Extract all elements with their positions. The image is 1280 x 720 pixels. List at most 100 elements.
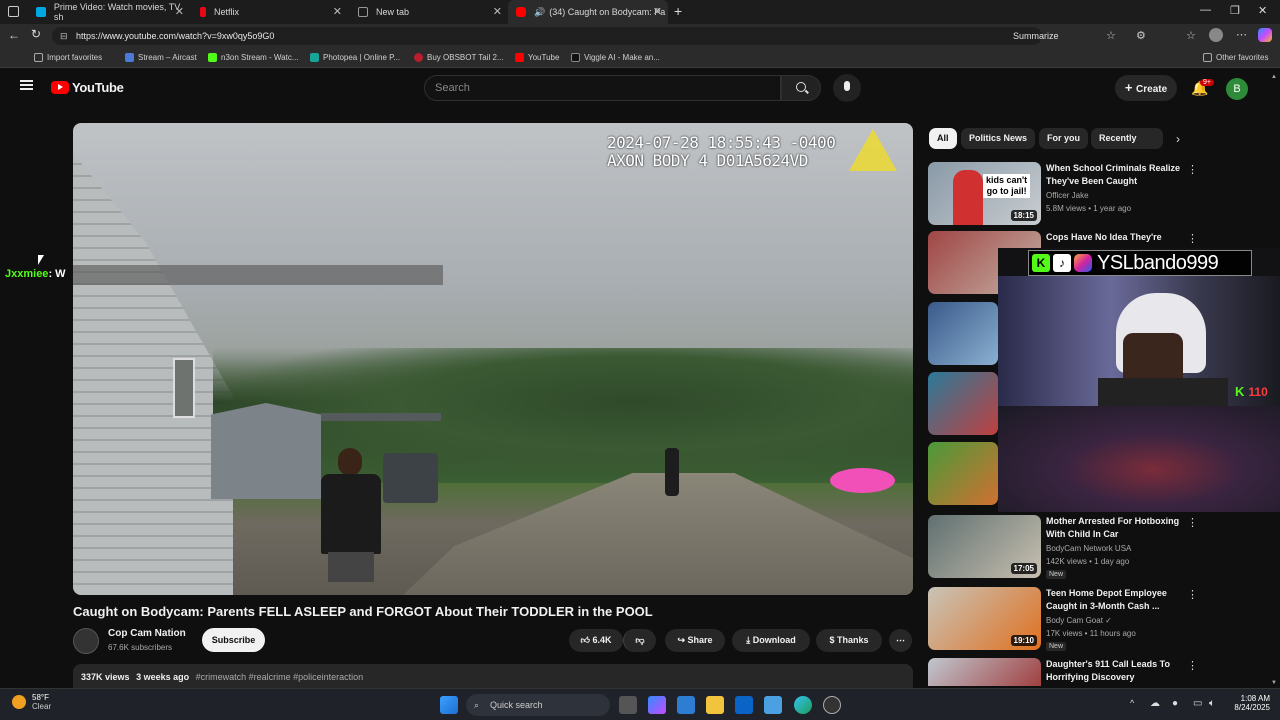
bookmark-viggle[interactable]: Viggle AI - Make an... bbox=[571, 53, 660, 62]
related-thumbnail[interactable] bbox=[928, 372, 998, 435]
dislike-button[interactable]: 👎︎ bbox=[623, 629, 656, 652]
taskbar-search[interactable]: ⌕ Quick search bbox=[466, 694, 610, 716]
back-icon[interactable]: ← bbox=[8, 28, 20, 42]
weather-widget[interactable]: 58°F Clear bbox=[12, 693, 51, 711]
download-button[interactable]: ⤓ Download bbox=[732, 629, 810, 652]
related-thumbnail[interactable] bbox=[928, 658, 1041, 686]
like-button[interactable]: 👍︎ 6.4K bbox=[569, 629, 623, 652]
related-options-icon[interactable]: ⋮ bbox=[1187, 163, 1198, 176]
onedrive-icon[interactable]: ☁ bbox=[1150, 698, 1160, 709]
hashtags[interactable]: #crimewatch #realcrime #policeinteractio… bbox=[196, 672, 364, 682]
create-button[interactable]: + Create bbox=[1115, 75, 1177, 101]
chip-recently-uploaded[interactable]: Recently uplo bbox=[1091, 128, 1163, 149]
channel-name[interactable]: Cop Cam Nation bbox=[108, 628, 186, 639]
tray-chevron-icon[interactable]: ^ bbox=[1130, 698, 1134, 708]
channel-avatar[interactable] bbox=[73, 628, 99, 654]
bookmark-aircast[interactable]: Stream – Aircast bbox=[125, 53, 197, 62]
network-icon[interactable]: ▭ bbox=[1193, 698, 1202, 709]
close-tab-icon[interactable]: ✕ bbox=[493, 5, 502, 18]
outlook-icon[interactable] bbox=[735, 696, 753, 714]
windows-start-icon[interactable] bbox=[440, 696, 458, 714]
thumbnail-caption-line: kids can't bbox=[986, 175, 1028, 185]
related-title[interactable]: Cops Have No Idea They're bbox=[1046, 231, 1181, 244]
tab-actions-icon[interactable] bbox=[8, 6, 19, 17]
bookmark-n3on[interactable]: n3on Stream - Watc... bbox=[208, 53, 299, 62]
related-channel[interactable]: Body Cam Goat ✓ bbox=[1046, 615, 1112, 627]
copilot-icon[interactable] bbox=[1258, 28, 1272, 42]
copilot-icon[interactable] bbox=[648, 696, 666, 714]
bookmark-import-favorites[interactable]: Import favorites bbox=[34, 53, 102, 62]
summarize-button[interactable]: Summarize bbox=[1013, 31, 1059, 41]
tab-netflix[interactable]: Netflix ✕ bbox=[192, 0, 348, 24]
extensions-icon[interactable]: ⚙ bbox=[1136, 29, 1146, 42]
more-actions-button[interactable]: ⋯ bbox=[889, 629, 912, 652]
related-options-icon[interactable]: ⋮ bbox=[1187, 588, 1198, 601]
bookmark-obsbot[interactable]: Buy OBSBOT Tail 2... bbox=[414, 53, 504, 62]
refresh-icon[interactable]: ↻ bbox=[31, 27, 41, 41]
related-title-line: Mother Arrested For Hotboxing bbox=[1046, 516, 1180, 526]
account-avatar[interactable]: B bbox=[1226, 78, 1248, 100]
profile-icon[interactable] bbox=[1209, 28, 1223, 42]
bookmark-label: Import favorites bbox=[47, 53, 103, 62]
address-bar-row: ← ↻ ⊟ https://www.youtube.com/watch?v=9x… bbox=[0, 24, 1280, 48]
close-tab-icon[interactable]: ✕ bbox=[175, 5, 184, 18]
edge-icon[interactable] bbox=[794, 696, 812, 714]
related-thumbnail[interactable]: 19:10 bbox=[928, 587, 1041, 650]
hamburger-menu-icon[interactable] bbox=[20, 80, 33, 90]
thanks-button[interactable]: $ Thanks bbox=[816, 629, 882, 652]
related-options-icon[interactable]: ⋮ bbox=[1187, 659, 1198, 672]
related-title[interactable]: Mother Arrested For Hotboxing With Child … bbox=[1046, 515, 1181, 541]
related-thumbnail[interactable]: kids can't go to jail! 18:15 bbox=[928, 162, 1041, 225]
related-channel[interactable]: Officer Jake bbox=[1046, 190, 1089, 202]
related-thumbnail[interactable] bbox=[928, 302, 998, 365]
related-options-icon[interactable]: ⋮ bbox=[1187, 516, 1198, 529]
site-info-icon[interactable]: ⊟ bbox=[60, 27, 68, 45]
restore-icon[interactable]: ❐ bbox=[1230, 4, 1240, 17]
subscribe-button[interactable]: Subscribe bbox=[202, 628, 265, 652]
chip-all[interactable]: All bbox=[929, 128, 957, 149]
close-window-icon[interactable]: ✕ bbox=[1258, 4, 1267, 17]
tab-prime-video[interactable]: Prime Video: Watch movies, TV sh ✕ bbox=[28, 0, 190, 24]
file-explorer-icon[interactable] bbox=[706, 696, 724, 714]
related-title[interactable]: Daughter's 911 Call Leads To Horrifying D… bbox=[1046, 658, 1181, 684]
related-options-icon[interactable]: ⋮ bbox=[1187, 232, 1198, 245]
tab-youtube-active[interactable]: 🔊 (34) Caught on Bodycam: Pa ✕ bbox=[508, 0, 668, 24]
youtube-logo[interactable]: YouTube bbox=[51, 80, 124, 95]
close-tab-icon[interactable]: ✕ bbox=[333, 5, 342, 18]
related-channel[interactable]: BodyCam Network USA bbox=[1046, 543, 1131, 555]
share-button[interactable]: ↪ Share bbox=[665, 629, 725, 652]
more-menu-icon[interactable]: ⋯ bbox=[1236, 28, 1247, 41]
bookmark-youtube[interactable]: YouTube bbox=[515, 53, 559, 62]
related-title[interactable]: Teen Home Depot Employee Caught in 3-Mont… bbox=[1046, 587, 1181, 613]
search-button[interactable] bbox=[781, 75, 821, 101]
house-window bbox=[173, 358, 195, 418]
task-view-icon[interactable] bbox=[619, 696, 637, 714]
related-title[interactable]: When School Criminals Realize They've Bee… bbox=[1046, 162, 1181, 188]
video-player[interactable]: 2024-07-28 18:55:43 -0400 AXON BODY 4 D0… bbox=[73, 123, 913, 595]
photos-icon[interactable] bbox=[764, 696, 782, 714]
voice-search-button[interactable] bbox=[833, 74, 861, 102]
bookmark-other-favorites[interactable]: Other favorites bbox=[1203, 53, 1268, 62]
minimize-icon[interactable]: — bbox=[1200, 4, 1211, 16]
obs-icon[interactable] bbox=[823, 696, 841, 714]
store-icon[interactable] bbox=[677, 696, 695, 714]
tab-new-tab[interactable]: New tab ✕ bbox=[350, 0, 508, 24]
obsbot-icon bbox=[414, 53, 423, 62]
chevron-right-icon[interactable]: › bbox=[1176, 132, 1180, 146]
chip-for-you[interactable]: For you bbox=[1039, 128, 1088, 149]
new-tab-button[interactable]: + bbox=[674, 3, 682, 19]
microphone-icon[interactable]: ● bbox=[1172, 698, 1178, 709]
viewer-count: 110 bbox=[1248, 384, 1268, 399]
close-tab-icon[interactable]: ✕ bbox=[653, 5, 662, 18]
url-field[interactable]: ⊟ https://www.youtube.com/watch?v=9xw0qy… bbox=[52, 27, 1042, 45]
related-thumbnail[interactable]: 17:05 bbox=[928, 515, 1041, 578]
favorite-star-icon[interactable]: ☆ bbox=[1106, 29, 1116, 42]
related-thumbnail[interactable] bbox=[928, 442, 998, 505]
bookmark-photopea[interactable]: Photopea | Online P... bbox=[310, 53, 400, 62]
speaker-icon[interactable]: 🔊 bbox=[534, 7, 545, 18]
chip-politics-news[interactable]: Politics News bbox=[961, 128, 1036, 149]
search-input[interactable]: Search bbox=[424, 75, 781, 101]
collections-icon[interactable]: ☆ bbox=[1186, 29, 1196, 42]
volume-icon[interactable]: 🔈︎ bbox=[1209, 698, 1215, 709]
clock[interactable]: 1:08 AM 8/24/2025 bbox=[1230, 694, 1270, 712]
